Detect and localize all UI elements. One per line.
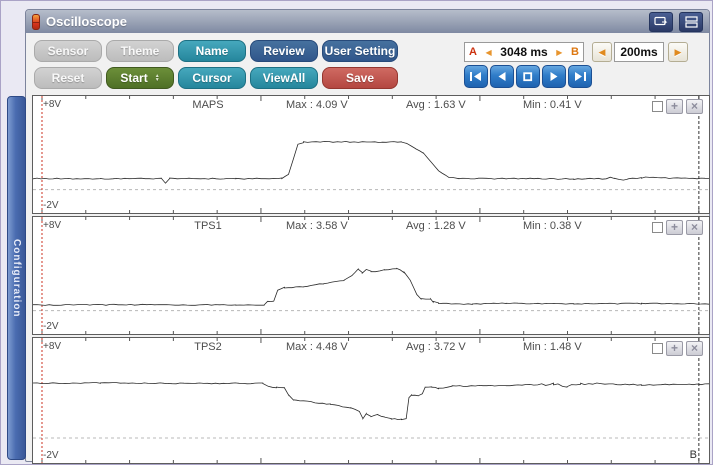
stat-min: Min : 0.41 V <box>523 99 582 111</box>
step-forward-button[interactable] <box>542 65 566 88</box>
interval-decrease-button[interactable]: ◀ <box>592 42 612 62</box>
close-channel-button[interactable]: × <box>686 99 703 114</box>
name-button[interactable]: Name <box>178 40 246 62</box>
ab-time-readout: A ◀ 3048 ms ▶ B <box>464 42 584 62</box>
display-switch-icon[interactable] <box>649 12 673 32</box>
stop-icon <box>518 68 538 85</box>
button-label: Review <box>263 44 304 58</box>
configuration-tab[interactable]: Configuration <box>7 96 26 460</box>
interval-increase-button[interactable]: ▶ <box>668 42 688 62</box>
y-max-label: +8V <box>43 99 61 110</box>
channel-name: TPS2 <box>194 341 222 353</box>
button-label: User Setting <box>325 44 396 58</box>
waveform-plot <box>33 96 709 213</box>
stat-max: Max : 4.48 V <box>286 341 348 353</box>
channel-panel-tps2: +8V TPS2 Max : 4.48 V Avg : 3.72 V Min : 1.4… <box>32 337 710 464</box>
playback-controls <box>464 65 592 88</box>
theme-button[interactable]: Theme <box>106 40 174 62</box>
window-title: Oscilloscope <box>46 14 127 29</box>
right-arrow-icon: ▶ <box>675 47 682 58</box>
stat-avg: Avg : 1.28 V <box>406 220 466 232</box>
channel-checkbox[interactable] <box>652 222 663 233</box>
waveform-trace <box>33 141 709 183</box>
app-icon <box>32 14 40 30</box>
channel-panels: +8V MAPS Max : 4.09 V Avg : 1.63 V Min : 0.4… <box>32 95 710 464</box>
waveform-plot <box>33 338 709 463</box>
step-forward-icon <box>544 68 564 85</box>
channel-checkbox[interactable] <box>652 343 663 354</box>
cursor-button[interactable]: Cursor <box>178 67 246 89</box>
interval-value: 200ms <box>614 42 664 62</box>
y-min-label: -2V <box>43 450 59 461</box>
screen: Oscilloscope Sensor Theme Name Review User S… <box>0 0 713 465</box>
skip-start-button[interactable] <box>464 65 488 88</box>
user-setting-button[interactable]: User Setting <box>322 40 398 62</box>
spinner-icon: ▲▼ <box>155 74 160 82</box>
stat-avg: Avg : 1.63 V <box>406 99 466 111</box>
button-label: Reset <box>52 71 85 85</box>
button-label: Name <box>196 44 229 58</box>
channel-name: MAPS <box>192 99 223 111</box>
button-label: Sensor <box>48 44 89 58</box>
reset-button[interactable]: Reset <box>34 67 102 89</box>
skip-end-button[interactable] <box>568 65 592 88</box>
zoom-plus-button[interactable]: + <box>666 341 683 356</box>
waveform-trace <box>33 268 709 305</box>
y-max-label: +8V <box>43 341 61 352</box>
step-back-icon <box>492 68 512 85</box>
sensor-button[interactable]: Sensor <box>34 40 102 62</box>
stat-max: Max : 4.09 V <box>286 99 348 111</box>
button-label: Start <box>120 71 147 85</box>
left-arrow-icon: ◀ <box>599 47 606 58</box>
y-min-label: -2V <box>43 200 59 211</box>
a-left-arrow-icon[interactable]: ◀ <box>486 48 492 57</box>
b-right-arrow-icon[interactable]: ▶ <box>556 48 562 57</box>
stat-avg: Avg : 3.72 V <box>406 341 466 353</box>
stat-max: Max : 3.58 V <box>286 220 348 232</box>
stat-min: Min : 1.48 V <box>523 341 582 353</box>
waveform-trace <box>33 383 709 420</box>
channel-checkbox[interactable] <box>652 101 663 112</box>
stat-min: Min : 0.38 V <box>523 220 582 232</box>
y-max-label: +8V <box>43 220 61 231</box>
cursor-b-marker: B <box>690 449 697 461</box>
button-label: Save <box>346 71 374 85</box>
skip-end-icon <box>570 68 590 85</box>
review-button[interactable]: Review <box>250 40 318 62</box>
start-button[interactable]: Start ▲▼ <box>106 67 174 89</box>
skip-start-icon <box>466 68 486 85</box>
zoom-plus-button[interactable]: + <box>666 99 683 114</box>
cursor-b-label: B <box>571 46 579 58</box>
button-label: Theme <box>121 44 160 58</box>
ab-time-value: 3048 ms <box>500 45 547 59</box>
stop-button[interactable] <box>516 65 540 88</box>
close-channel-button[interactable]: × <box>686 341 703 356</box>
channel-panel-tps1: +8V TPS1 Max : 3.58 V Avg : 1.28 V Min : 0.3… <box>32 216 710 335</box>
channel-panel-maps: +8V MAPS Max : 4.09 V Avg : 1.63 V Min : 0.4… <box>32 95 710 214</box>
step-back-button[interactable] <box>490 65 514 88</box>
y-min-label: -2V <box>43 321 59 332</box>
title-bar: Oscilloscope <box>26 10 709 33</box>
button-label: Cursor <box>192 71 231 85</box>
waveform-plot <box>33 217 709 334</box>
cursor-a-label: A <box>469 46 477 58</box>
save-button[interactable]: Save <box>322 67 398 89</box>
channel-name: TPS1 <box>194 220 222 232</box>
layout-split-icon[interactable] <box>679 12 703 32</box>
oscilloscope-window: Oscilloscope Sensor Theme Name Review User S… <box>25 9 710 462</box>
zoom-plus-button[interactable]: + <box>666 220 683 235</box>
configuration-tab-label: Configuration <box>11 239 22 318</box>
close-channel-button[interactable]: × <box>686 220 703 235</box>
viewall-button[interactable]: ViewAll <box>250 67 318 89</box>
button-label: ViewAll <box>263 71 305 85</box>
